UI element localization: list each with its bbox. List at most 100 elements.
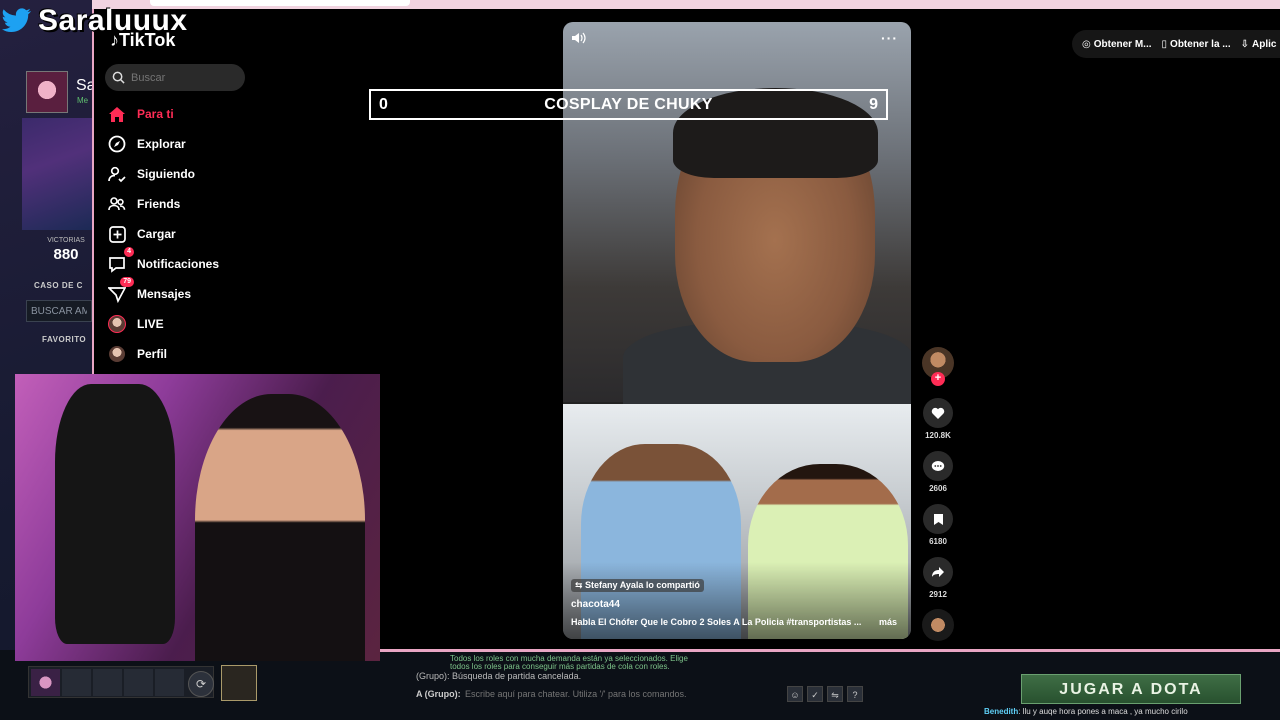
video-author[interactable]: chacota44	[571, 599, 620, 610]
video-top-scene	[563, 22, 911, 412]
sidebar-item-explorar[interactable]: Explorar	[106, 131, 256, 157]
upload-icon	[106, 223, 128, 245]
sidebar-item-label: Para ti	[137, 107, 174, 121]
chat-input[interactable]	[465, 686, 785, 702]
app-button[interactable]: ⇩ Aplic	[1241, 39, 1277, 50]
ticker-text: : llu y auqe hora pones a maca , ya much…	[1018, 707, 1188, 716]
party-slot[interactable]	[124, 668, 153, 696]
comment-button[interactable]: 2606	[922, 451, 954, 493]
sidebar-item-label: Cargar	[137, 227, 176, 241]
comment-icon	[931, 460, 945, 471]
chat-ticker: Benedith: llu y auqe hora pones a maca ,…	[984, 707, 1188, 716]
rank-crest-icon[interactable]	[221, 665, 257, 701]
comment-count: 2606	[929, 484, 947, 493]
sidebar-item-label: Explorar	[137, 137, 186, 151]
like-count: 120.8K	[925, 431, 951, 440]
video-caption: Habla El Chófer Que le Cobro 2 Soles A L…	[571, 617, 862, 627]
get-app-button[interactable]: ▯ Obtener la ...	[1162, 39, 1231, 50]
notifications-icon: 4	[106, 247, 134, 275]
party-slot[interactable]	[93, 668, 122, 696]
sidebar-item-perfil[interactable]: Perfil	[106, 341, 256, 367]
score-title: COSPLAY DE CHUKY	[544, 95, 713, 113]
party-settings-icon[interactable]: ⟳	[188, 671, 214, 697]
search-friends-input[interactable]	[26, 300, 92, 322]
score-left: 0	[379, 95, 388, 113]
download-icon: ⇩	[1240, 38, 1250, 50]
bookmark-icon	[933, 513, 943, 525]
repost-flag-icon: ⇆	[575, 580, 586, 590]
case-label: CASO DE C	[34, 281, 83, 290]
sidebar-item-label: Mensajes	[137, 287, 192, 301]
share-count: 2912	[929, 590, 947, 599]
sidebar-item-label: Friends	[137, 197, 181, 211]
translate-icon[interactable]: ⇋	[827, 686, 843, 702]
compass-icon	[106, 133, 128, 155]
sidebar-item-friends[interactable]: Friends	[106, 191, 256, 217]
friends-icon	[106, 193, 128, 215]
chat-system-message: todos los roles para conseguir más parti…	[450, 662, 670, 671]
emoji-icon[interactable]: ☺	[787, 686, 803, 702]
notification-badge: 4	[124, 247, 134, 257]
sidebar-item-cargar[interactable]: Cargar	[106, 221, 256, 247]
play-dota-button[interactable]: JUGAR A DOTA	[1021, 674, 1241, 704]
coin-icon: ◎	[1082, 38, 1091, 50]
streamer-person	[195, 394, 365, 661]
profile-avatar-icon	[106, 343, 128, 365]
sidebar-item-siguiendo[interactable]: Siguiendo	[106, 161, 256, 187]
dota-player-avatar[interactable]	[26, 71, 68, 113]
help-icon[interactable]: ?	[847, 686, 863, 702]
home-icon	[106, 103, 128, 125]
party-slot[interactable]	[155, 668, 184, 696]
party-slot-self[interactable]	[31, 668, 60, 696]
get-coins-button[interactable]: ◎ Obtener M...	[1082, 39, 1152, 50]
score-right: 9	[869, 95, 878, 113]
heart-icon	[931, 407, 945, 419]
shared-by-text: Stefany Ayala lo compartió	[585, 580, 700, 590]
search-input[interactable]	[131, 64, 236, 91]
more-options-icon[interactable]: ···	[881, 30, 898, 46]
search-icon	[112, 71, 125, 84]
favorites-label: FAVORITO	[42, 335, 87, 344]
like-button[interactable]: 120.8K	[922, 398, 954, 440]
sidebar-item-mensajes[interactable]: 79 Mensajes	[106, 277, 256, 307]
caption-more-link[interactable]: más	[879, 617, 897, 627]
header-actions: ◎ Obtener M... ▯ Obtener la ... ⇩ Aplic	[1072, 30, 1280, 58]
webcam-feed	[15, 374, 380, 661]
share-icon	[932, 567, 944, 577]
gaming-chair	[55, 384, 175, 644]
save-button[interactable]: 6180	[922, 504, 954, 546]
volume-icon[interactable]	[571, 31, 587, 45]
live-avatar-icon	[106, 313, 128, 335]
app-label: Aplic	[1252, 38, 1277, 50]
sidebar-item-label: Siguiendo	[137, 167, 195, 181]
sidebar-item-para-ti[interactable]: Para ti	[106, 101, 256, 127]
party-slot[interactable]	[62, 668, 91, 696]
party-bar	[28, 666, 214, 698]
scoreboard-overlay: 0 COSPLAY DE CHUKY 9	[369, 89, 888, 120]
messages-icon: 79	[106, 277, 134, 305]
notification-badge: 79	[120, 277, 134, 287]
hero-showcase-image	[22, 118, 92, 230]
chat-group-message: (Grupo): Búsqueda de partida cancelada.	[416, 671, 582, 681]
shared-by-label: ⇆ Stefany Ayala lo compartió	[571, 579, 704, 592]
save-count: 6180	[929, 537, 947, 546]
dota-player-status: Me	[77, 96, 89, 105]
sidebar-item-notificaciones[interactable]: 4 Notificaciones	[106, 247, 256, 277]
follow-plus-icon[interactable]: +	[931, 372, 945, 386]
sidebar-item-label: Perfil	[137, 347, 168, 361]
sidebar-item-live[interactable]: LIVE	[106, 311, 256, 337]
chat-channel-label: A (Grupo):	[416, 689, 461, 699]
url-bar[interactable]	[150, 0, 410, 6]
music-disc-icon[interactable]	[922, 609, 954, 641]
twitter-bird-icon	[2, 8, 31, 33]
share-button[interactable]: 2912	[922, 557, 954, 599]
following-icon	[106, 163, 128, 185]
phone-icon: ▯	[1161, 38, 1168, 50]
streamer-name-overlay: Saraluuux	[38, 4, 188, 37]
get-app-label: Obtener la ...	[1170, 38, 1231, 50]
check-icon[interactable]: ✓	[807, 686, 823, 702]
sidebar-item-label: Notificaciones	[137, 257, 220, 271]
get-coins-label: Obtener M...	[1093, 38, 1152, 50]
sidebar-item-label: LIVE	[137, 317, 164, 331]
ticker-user: Benedith	[984, 707, 1019, 716]
